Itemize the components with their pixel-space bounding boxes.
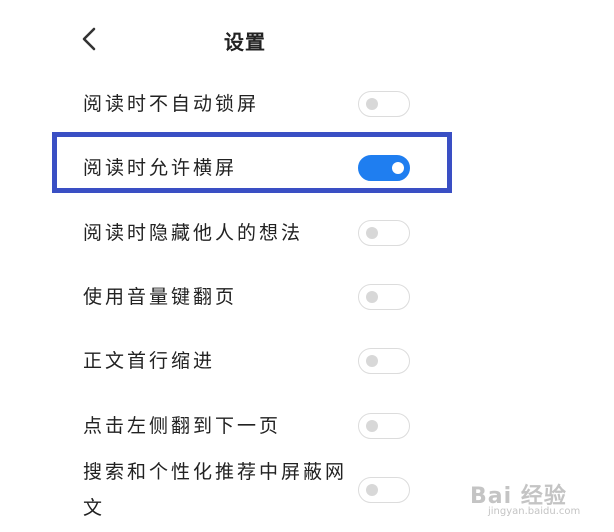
toggle-knob — [392, 162, 404, 174]
settings-page: 设置 阅读时不自动锁屏 阅读时允许横屏 阅读时隐藏他人的想法 使用音量键翻页 正… — [0, 0, 614, 532]
toggle-allow-landscape[interactable] — [358, 155, 410, 181]
toggle-knob — [366, 484, 378, 496]
setting-label: 正文首行缩进 — [83, 350, 216, 372]
toggle-knob — [366, 355, 378, 367]
setting-label: 阅读时隐藏他人的想法 — [83, 222, 304, 244]
toggle-tap-left-next-page[interactable] — [358, 413, 410, 439]
setting-row-no-auto-lock: 阅读时不自动锁屏 — [0, 86, 614, 122]
setting-row-volume-key-page: 使用音量键翻页 — [0, 279, 614, 315]
setting-row-hide-others-thoughts: 阅读时隐藏他人的想法 — [0, 215, 614, 251]
setting-label: 阅读时不自动锁屏 — [83, 93, 260, 115]
setting-row-first-line-indent: 正文首行缩进 — [0, 343, 614, 379]
toggle-knob — [366, 227, 378, 239]
toggle-knob — [366, 420, 378, 432]
toggle-knob — [366, 291, 378, 303]
setting-label: 使用音量键翻页 — [83, 286, 238, 308]
toggle-hide-others-thoughts[interactable] — [358, 220, 410, 246]
chevron-left-icon — [82, 27, 96, 51]
setting-label-line1: 搜索和个性化推荐中屏蔽网 — [83, 461, 348, 483]
setting-label-line2: 文 — [83, 497, 106, 519]
setting-label: 阅读时允许横屏 — [83, 157, 238, 179]
setting-row-allow-landscape: 阅读时允许横屏 — [0, 150, 614, 186]
setting-label: 点击左侧翻到下一页 — [83, 415, 282, 437]
toggle-no-auto-lock[interactable] — [358, 91, 410, 117]
watermark: Bai 经验 jingyan.baidu.com — [470, 478, 610, 528]
back-button[interactable] — [74, 22, 108, 56]
toggle-volume-key-page[interactable] — [358, 284, 410, 310]
page-title: 设置 — [224, 30, 266, 54]
setting-row-tap-left-next-page: 点击左侧翻到下一页 — [0, 408, 614, 444]
toggle-knob — [366, 98, 378, 110]
header: 设置 — [0, 0, 614, 80]
toggle-block-web-novels[interactable] — [358, 477, 410, 503]
toggle-first-line-indent[interactable] — [358, 348, 410, 374]
watermark-url: jingyan.baidu.com — [488, 506, 581, 517]
